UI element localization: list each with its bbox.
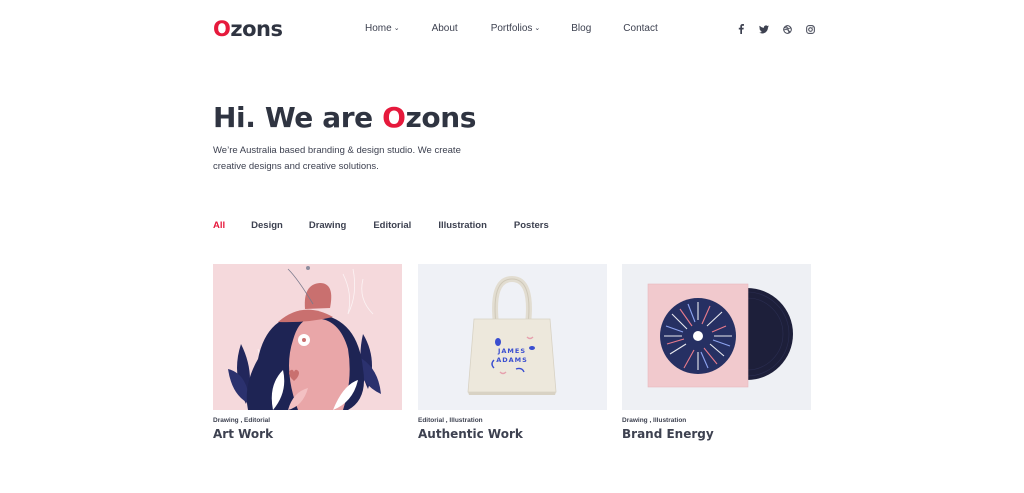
authentic-work-categories: Editorial , Illustration: [418, 417, 483, 424]
nav-portfolios[interactable]: Portfolios ⌄: [491, 23, 541, 34]
filter-design[interactable]: Design: [251, 220, 283, 231]
nav-contact[interactable]: Contact: [623, 23, 657, 34]
hero-title-suffix: zons: [405, 101, 477, 134]
dribbble-icon[interactable]: [782, 24, 792, 34]
hero-title-accent: O: [382, 101, 406, 134]
portfolio-card-authentic-work: JAMES ADAMS Editorial , Illustration Aut…: [418, 264, 607, 441]
bag-text-2: ADAMS: [496, 356, 528, 364]
nav-contact-label: Contact: [623, 23, 658, 34]
filter-all[interactable]: All: [213, 220, 225, 231]
facebook-icon[interactable]: [736, 24, 746, 34]
hero-title: Hi. We are Ozons: [213, 101, 476, 134]
hero-title-prefix: Hi. We are: [213, 101, 383, 134]
logo-accent-letter: O: [213, 17, 231, 41]
nav-blog-label: Blog: [571, 23, 592, 34]
nav-home-label: Home: [365, 23, 392, 34]
brand-energy-image[interactable]: [622, 264, 811, 410]
brand-energy-title[interactable]: Brand Energy: [622, 427, 811, 441]
filter-illustration[interactable]: Illustration: [438, 220, 487, 231]
art-work-image[interactable]: [213, 264, 402, 410]
portfolio-card-art-work: Drawing , Editorial Art Work: [213, 264, 402, 441]
nav-portfolios-label: Portfolios: [490, 23, 533, 34]
hero-desc-line-1: We’re Australia based branding & design …: [213, 145, 461, 156]
site-logo[interactable]: Ozons: [213, 17, 283, 41]
art-work-categories: Drawing , Editorial: [213, 417, 271, 424]
chevron-down-icon: ⌄: [393, 25, 400, 32]
authentic-work-title[interactable]: Authentic Work: [418, 427, 607, 441]
filter-posters[interactable]: Posters: [514, 220, 549, 231]
portfolio-filters: All Design Drawing Editorial Illustratio…: [213, 220, 549, 231]
authentic-work-image[interactable]: JAMES ADAMS: [418, 264, 607, 410]
bag-text-1: JAMES: [497, 347, 526, 355]
nav-about-label: About: [431, 23, 458, 34]
twitter-icon[interactable]: [759, 24, 769, 34]
filter-drawing[interactable]: Drawing: [309, 220, 346, 231]
brand-energy-categories: Drawing , Illustration: [622, 417, 687, 424]
portfolio-card-brand-energy: Drawing , Illustration Brand Energy: [622, 264, 811, 441]
logo-text: zons: [230, 17, 283, 41]
filter-editorial[interactable]: Editorial: [373, 220, 411, 231]
art-work-title[interactable]: Art Work: [213, 427, 402, 441]
nav-blog[interactable]: Blog: [571, 23, 591, 34]
social-links: [736, 24, 815, 34]
main-nav: Home ⌄ About Portfolios ⌄ Blog Contact: [365, 23, 658, 34]
nav-home[interactable]: Home ⌄: [365, 23, 400, 34]
hero-desc-line-2: creative designs and creative solutions.: [213, 161, 379, 172]
nav-about[interactable]: About: [432, 23, 458, 34]
instagram-icon[interactable]: [805, 24, 815, 34]
hero-description: We’re Australia based branding & design …: [213, 143, 483, 175]
chevron-down-icon: ⌄: [534, 25, 541, 32]
